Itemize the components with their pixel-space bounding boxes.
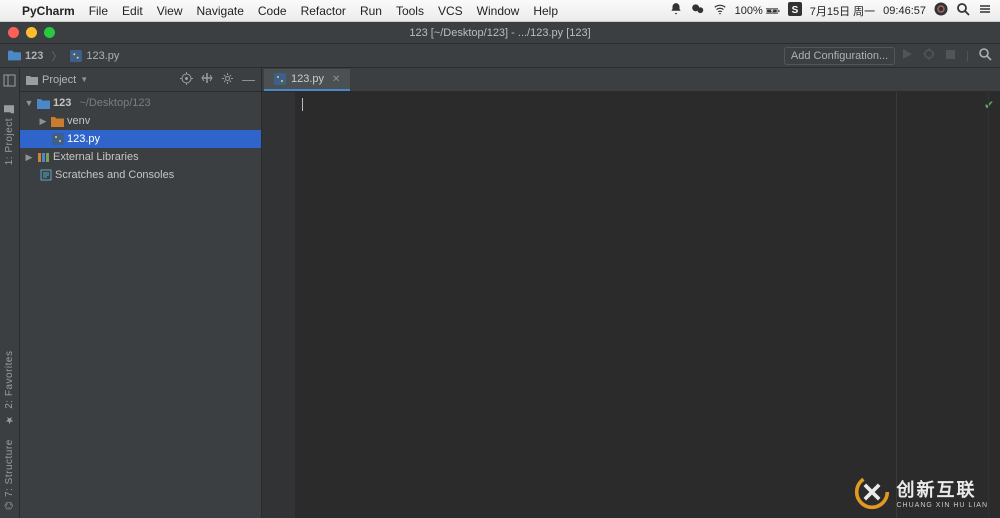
project-panel-header: Project ▼ — xyxy=(20,68,261,92)
app-name[interactable]: PyCharm xyxy=(22,4,75,18)
menu-vcs[interactable]: VCS xyxy=(438,4,463,18)
breadcrumb-file: 123.py xyxy=(86,50,119,62)
macos-menubar: PyCharm File Edit View Navigate Code Ref… xyxy=(0,0,1000,22)
gear-icon[interactable] xyxy=(221,72,234,88)
close-icon[interactable]: ✕ xyxy=(332,74,340,85)
folder-icon xyxy=(51,116,64,127)
project-sidebar: Project ▼ — ▼ 123~/Desktop/123 ▶ venv xyxy=(20,68,262,518)
menu-refactor[interactable]: Refactor xyxy=(301,4,346,18)
debug-icon[interactable] xyxy=(923,48,935,63)
menu-edit[interactable]: Edit xyxy=(122,4,143,18)
python-file-icon xyxy=(274,73,286,85)
favorites-tool-button[interactable]: ★2: Favorites xyxy=(4,351,15,425)
siri-icon[interactable] xyxy=(934,2,948,19)
breadcrumb[interactable]: 123 〉 123.py xyxy=(8,48,119,64)
chevron-right-icon[interactable]: ▶ xyxy=(38,116,48,127)
minimize-window-button[interactable] xyxy=(26,27,37,38)
battery-text: 100% xyxy=(735,5,763,17)
folder-icon xyxy=(37,98,50,109)
menu-view[interactable]: View xyxy=(157,4,183,18)
bell-icon[interactable] xyxy=(669,2,683,19)
tree-scratches[interactable]: Scratches and Consoles xyxy=(20,166,261,184)
text-cursor xyxy=(302,98,303,111)
python-file-icon xyxy=(70,50,82,62)
window-title: 123 [~/Desktop/123] - .../123.py [123] xyxy=(409,27,590,39)
folder-icon xyxy=(26,75,38,85)
project-tool-button[interactable]: 1: Project xyxy=(4,104,15,165)
zoom-window-button[interactable] xyxy=(44,27,55,38)
menu-window[interactable]: Window xyxy=(477,4,520,18)
spotlight-icon[interactable] xyxy=(956,2,970,19)
battery-status[interactable]: 100% xyxy=(735,4,780,18)
close-window-button[interactable] xyxy=(8,27,19,38)
library-icon xyxy=(37,152,50,163)
menu-help[interactable]: Help xyxy=(533,4,558,18)
watermark: 创新互联 CHUANG XIN HU LIAN xyxy=(854,474,988,510)
breadcrumb-sep: 〉 xyxy=(51,48,62,64)
layout-icon[interactable] xyxy=(3,74,16,90)
editor-area: 123.py ✕ ✔ 创新互联 CHUANG XIN HU LIAN xyxy=(262,68,1000,518)
wechat-icon[interactable] xyxy=(691,2,705,19)
tab-label: 123.py xyxy=(291,73,324,85)
structure-tool-button[interactable]: ⌬7: Structure xyxy=(4,439,15,510)
chevron-down-icon[interactable]: ▼ xyxy=(24,98,34,108)
left-tool-gutter: 1: Project ★2: Favorites ⌬7: Structure xyxy=(0,68,20,518)
scratch-icon xyxy=(40,169,52,181)
project-tree: ▼ 123~/Desktop/123 ▶ venv 123.py ▶ Exter… xyxy=(20,92,261,184)
input-source-icon[interactable]: S xyxy=(788,2,802,19)
editor-tab-active[interactable]: 123.py ✕ xyxy=(264,69,350,91)
hide-icon[interactable]: — xyxy=(242,72,255,88)
tree-file-selected[interactable]: 123.py xyxy=(20,130,261,148)
svg-text:S: S xyxy=(791,5,798,16)
expand-icon[interactable] xyxy=(201,72,213,88)
tree-external-libraries[interactable]: ▶ External Libraries xyxy=(20,148,261,166)
stop-icon[interactable] xyxy=(945,49,956,63)
watermark-logo xyxy=(854,474,890,510)
menu-navigate[interactable]: Navigate xyxy=(197,4,244,18)
chevron-right-icon[interactable]: ▶ xyxy=(24,152,34,163)
right-margin-line xyxy=(896,92,897,518)
menubar-date[interactable]: 7月15日 周一 xyxy=(810,3,875,19)
folder-icon xyxy=(8,50,21,61)
editor-tabs: 123.py ✕ xyxy=(262,68,1000,92)
menu-extra-icon[interactable] xyxy=(978,2,992,19)
tree-project-root[interactable]: ▼ 123~/Desktop/123 xyxy=(20,94,261,112)
editor-canvas[interactable]: ✔ xyxy=(296,92,1000,518)
nav-toolbar: 123 〉 123.py Add Configuration... | xyxy=(0,44,1000,68)
watermark-text: 创新互联 xyxy=(896,476,988,502)
breadcrumb-project: 123 xyxy=(25,50,43,62)
menu-code[interactable]: Code xyxy=(258,4,287,18)
editor-gutter xyxy=(262,92,296,518)
locate-icon[interactable] xyxy=(180,72,193,88)
error-stripe[interactable] xyxy=(988,92,1000,518)
menubar-time[interactable]: 09:46:57 xyxy=(883,5,926,17)
tree-venv[interactable]: ▶ venv xyxy=(20,112,261,130)
menu-run[interactable]: Run xyxy=(360,4,382,18)
add-configuration-button[interactable]: Add Configuration... xyxy=(784,47,895,65)
window-titlebar: 123 [~/Desktop/123] - .../123.py [123] xyxy=(0,22,1000,44)
panel-title[interactable]: Project xyxy=(42,74,76,86)
menu-tools[interactable]: Tools xyxy=(396,4,424,18)
chevron-down-icon[interactable]: ▼ xyxy=(80,75,88,84)
menu-file[interactable]: File xyxy=(89,4,108,18)
folder-icon xyxy=(5,104,15,114)
wifi-icon[interactable] xyxy=(713,2,727,19)
search-everywhere-icon[interactable] xyxy=(979,48,992,64)
python-file-icon xyxy=(52,133,64,145)
run-icon[interactable] xyxy=(901,48,913,63)
watermark-subtext: CHUANG XIN HU LIAN xyxy=(896,502,988,509)
